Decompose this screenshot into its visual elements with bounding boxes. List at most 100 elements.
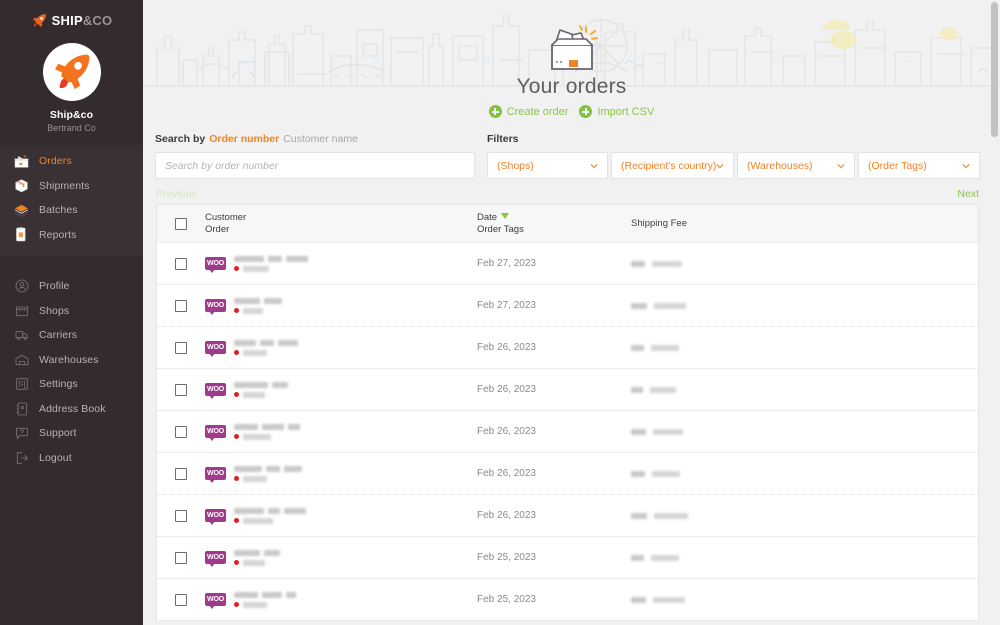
search-input[interactable] bbox=[155, 152, 475, 179]
row-checkbox[interactable] bbox=[175, 299, 187, 312]
sidebar-item-label: Shops bbox=[39, 304, 70, 317]
row-checkbox[interactable] bbox=[175, 509, 187, 522]
row-checkbox[interactable] bbox=[175, 593, 187, 606]
sidebar-item-orders[interactable]: Orders bbox=[0, 151, 143, 172]
filter-shops[interactable]: (Shops) bbox=[487, 152, 608, 179]
order-status-dot bbox=[234, 392, 239, 397]
filter-recipient-country[interactable]: (Recipient's country) bbox=[611, 152, 734, 179]
hero-banner: Your orders Create order Import CSV bbox=[143, 0, 1000, 133]
order-date-cell: Feb 26, 2023 bbox=[477, 342, 536, 353]
order-date-cell: Feb 27, 2023 bbox=[477, 300, 536, 311]
table-row[interactable]: WOO Feb 26, 2023 bbox=[157, 411, 978, 453]
table-row[interactable]: WOO Feb 26, 2023 bbox=[157, 453, 978, 495]
sidebar-item-support[interactable]: Support bbox=[0, 423, 143, 444]
sidebar-item-label: Warehouses bbox=[39, 353, 99, 366]
sidebar-item-address-book[interactable]: Address Book bbox=[0, 399, 143, 420]
brand-logo-text-secondary: &CO bbox=[82, 12, 113, 28]
header-customer-label: Customer bbox=[205, 211, 247, 223]
woocommerce-shop-badge-label: WOO bbox=[207, 512, 224, 519]
customer-name-redacted bbox=[234, 339, 298, 346]
row-checkbox[interactable] bbox=[175, 383, 187, 396]
shop-icon bbox=[13, 302, 30, 319]
select-all-checkbox[interactable] bbox=[175, 217, 187, 230]
table-row[interactable]: WOO Feb 27, 2023 bbox=[157, 243, 978, 285]
sidebar-item-warehouses[interactable]: Warehouses bbox=[0, 350, 143, 371]
shipping-fee-cell bbox=[631, 512, 978, 519]
filter-order-tags[interactable]: (Order Tags) bbox=[858, 152, 980, 179]
account-block: Ship&co Bertrand Co bbox=[0, 43, 143, 133]
brand-logo[interactable]: SHIP&CO bbox=[0, 0, 143, 34]
filter-warehouses-label: (Warehouses) bbox=[747, 159, 813, 172]
rocket-icon bbox=[31, 12, 48, 29]
woocommerce-shop-badge: WOO bbox=[205, 257, 226, 273]
woocommerce-shop-badge: WOO bbox=[205, 467, 226, 483]
header-date-tags: Date Order Tags bbox=[477, 212, 631, 236]
header-customer-order: Customer Order bbox=[205, 212, 477, 236]
sidebar-item-shops[interactable]: Shops bbox=[0, 301, 143, 322]
order-date-cell: Feb 26, 2023 bbox=[477, 426, 536, 437]
next-page-button[interactable]: Next bbox=[957, 188, 979, 200]
previous-page-button[interactable]: Previous bbox=[156, 188, 197, 200]
avatar[interactable] bbox=[42, 43, 101, 101]
search-tab-order-number[interactable]: Order number bbox=[209, 133, 279, 145]
sidebar-item-label: Orders bbox=[39, 155, 72, 168]
table-row[interactable]: WOO Feb 26, 2023 bbox=[157, 495, 978, 537]
shipping-fee-cell bbox=[631, 260, 978, 267]
sidebar-item-profile[interactable]: Profile bbox=[0, 276, 143, 297]
order-date-cell: Feb 25, 2023 bbox=[477, 594, 536, 605]
filters-section: Filters (Shops) (Recipient's country) (W… bbox=[487, 133, 980, 179]
sidebar-item-label: Address Book bbox=[39, 402, 106, 415]
header-date-cell[interactable]: Date bbox=[477, 212, 631, 224]
woocommerce-shop-badge-label: WOO bbox=[207, 596, 224, 603]
sidebar-item-logout[interactable]: Logout bbox=[0, 448, 143, 469]
filter-warehouses[interactable]: (Warehouses) bbox=[737, 152, 855, 179]
table-row[interactable]: WOO Feb 27, 2023 bbox=[157, 285, 978, 327]
truck-icon bbox=[13, 327, 30, 344]
order-date-cell: Feb 25, 2023 bbox=[477, 552, 536, 563]
row-checkbox[interactable] bbox=[175, 551, 187, 564]
sort-descending-caret-icon[interactable] bbox=[501, 212, 510, 219]
table-row[interactable]: WOO Feb 25, 2023 bbox=[157, 579, 978, 621]
order-number-redacted bbox=[234, 559, 280, 566]
customer-order-cell: WOO bbox=[205, 297, 477, 315]
import-csv-button[interactable]: Import CSV bbox=[579, 105, 654, 118]
table-header-row: Customer Order Date Order Tags Shipping … bbox=[157, 205, 978, 243]
chevron-down-icon bbox=[716, 163, 724, 168]
row-checkbox[interactable] bbox=[175, 467, 187, 480]
table-row[interactable]: WOO Feb 25, 2023 bbox=[157, 537, 978, 579]
search-tab-customer-name[interactable]: Customer name bbox=[283, 133, 358, 145]
sidebar-item-reports[interactable]: Reports bbox=[0, 225, 143, 246]
sidebar: SHIP&CO Ship&co Bertrand Co Orders Shipm… bbox=[0, 0, 143, 625]
plus-circle-icon bbox=[488, 105, 502, 118]
order-number-redacted bbox=[234, 349, 298, 356]
sidebar-item-label: Profile bbox=[39, 280, 70, 293]
row-checkbox[interactable] bbox=[175, 341, 187, 354]
order-status-dot bbox=[234, 518, 239, 523]
order-status-dot bbox=[234, 602, 239, 607]
customer-name-redacted bbox=[234, 549, 280, 556]
customer-order-cell: WOO bbox=[205, 549, 477, 567]
open-box-icon bbox=[550, 25, 598, 70]
customer-order-lines bbox=[234, 465, 302, 482]
chevron-down-icon bbox=[590, 163, 598, 168]
customer-order-lines bbox=[234, 339, 298, 356]
hero-inner: Your orders Create order Import CSV bbox=[143, 0, 1000, 118]
table-row[interactable]: WOO Feb 26, 2023 bbox=[157, 327, 978, 369]
create-order-button[interactable]: Create order bbox=[488, 105, 568, 118]
order-status-dot bbox=[234, 476, 239, 481]
search-by-label: Search by bbox=[155, 133, 206, 145]
woocommerce-shop-badge-label: WOO bbox=[207, 260, 224, 267]
customer-order-lines bbox=[234, 507, 306, 524]
row-checkbox[interactable] bbox=[175, 425, 187, 438]
sidebar-item-batches[interactable]: Batches bbox=[0, 200, 143, 221]
row-select-cell bbox=[157, 467, 205, 480]
question-bubble-icon bbox=[13, 425, 30, 442]
sidebar-item-settings[interactable]: Settings bbox=[0, 374, 143, 395]
sidebar-item-shipments[interactable]: Shipments bbox=[0, 176, 143, 197]
order-number-redacted bbox=[234, 517, 306, 524]
order-number-redacted bbox=[234, 475, 302, 482]
woocommerce-shop-badge-label: WOO bbox=[207, 428, 224, 435]
sidebar-item-carriers[interactable]: Carriers bbox=[0, 325, 143, 346]
row-checkbox[interactable] bbox=[175, 257, 187, 270]
table-row[interactable]: WOO Feb 26, 2023 bbox=[157, 369, 978, 411]
